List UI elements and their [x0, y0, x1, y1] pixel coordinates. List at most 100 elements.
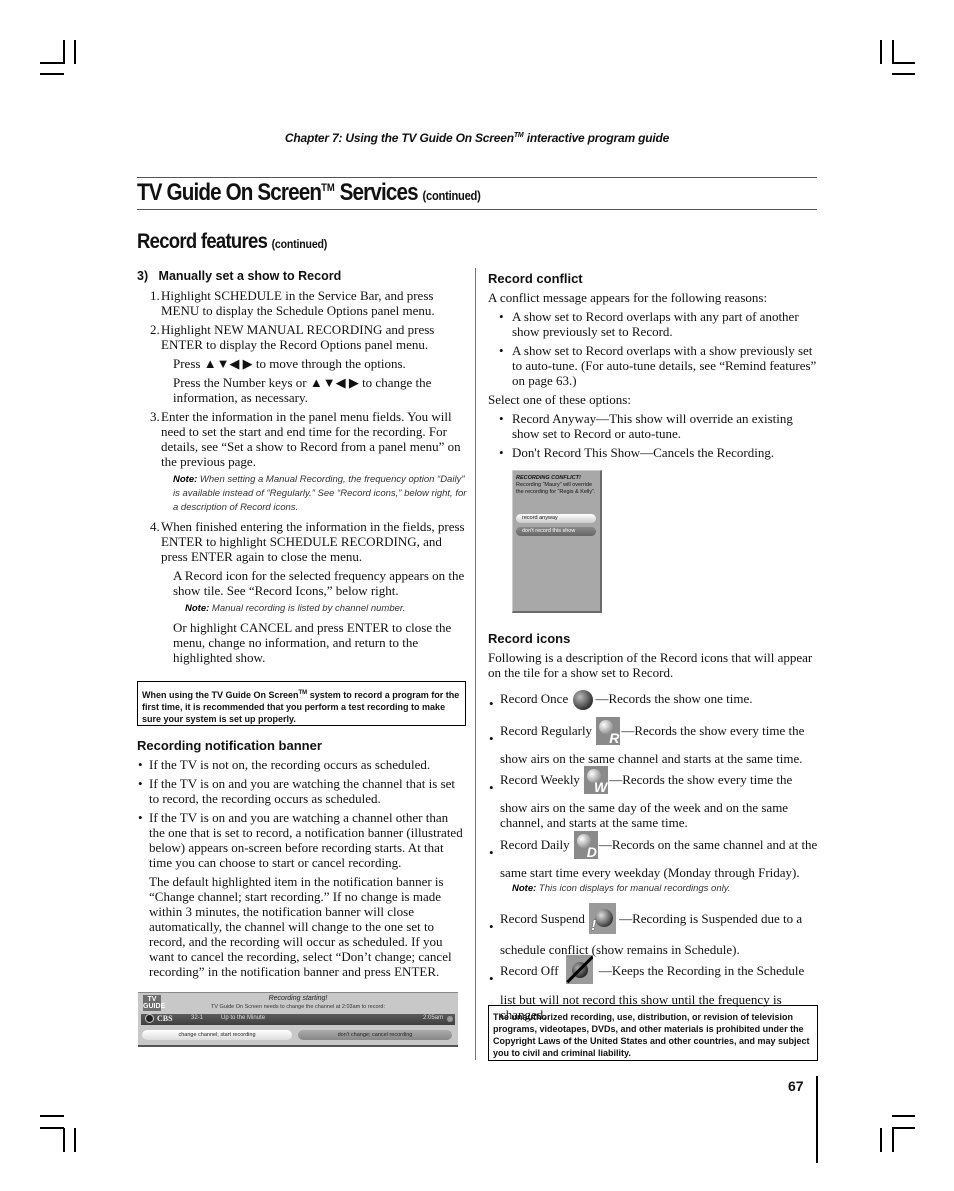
icon-row: • Record Regularly R —Records the show ev… — [488, 717, 818, 766]
trademark: TM — [513, 132, 524, 139]
conflict-reason: • A show set to Record overlaps with a sh… — [488, 343, 818, 388]
banner-bullet: • If the TV is on and you are watching th… — [137, 776, 467, 806]
right-column: Record conflict A conflict message appea… — [488, 271, 818, 460]
bullet-icon: • — [489, 919, 494, 934]
step-number: 1. — [150, 288, 160, 303]
note-text: This icon displays for manual recordings… — [536, 883, 731, 894]
icon-item-record-regularly: • Record Regularly R —Records the show ev… — [488, 717, 818, 766]
title-rule-top — [137, 177, 817, 178]
record-suspend-icon: ! — [589, 903, 617, 934]
crop-mark — [892, 1115, 915, 1117]
dont-change-button[interactable]: don't change; cancel recording — [298, 1030, 452, 1040]
banner-bullet: • If the TV is on and you are watching a … — [137, 810, 467, 870]
notification-banner-screenshot: TV GUIDE Recording starting! TV Guide On… — [138, 992, 458, 1047]
note-label: Note: — [173, 474, 198, 485]
title-suffix: Services — [334, 179, 423, 206]
step-text: When finished entering the information i… — [161, 519, 465, 564]
icons-heading: Record icons — [488, 631, 571, 646]
crop-mark — [63, 40, 65, 64]
crop-mark — [892, 62, 915, 64]
banner-message: TV Guide On Screen needs to change the c… — [211, 1004, 385, 1010]
bullet-icon: • — [489, 971, 494, 986]
page-title: TV Guide On ScreenTM Services (continued… — [137, 179, 481, 207]
crop-mark — [40, 1127, 64, 1129]
title-rule-bottom — [137, 209, 817, 210]
crop-mark — [40, 62, 64, 64]
bullet-text: Don't Record This Show—Cancels the Recor… — [512, 445, 775, 460]
cbs-eye-icon — [145, 1014, 154, 1023]
program-bar: CBS 32-1 Up to the Minute 2:05am — [141, 1014, 455, 1025]
chapter-text: Chapter 7: Using the TV Guide On Screen — [284, 131, 514, 145]
dont-record-button[interactable]: don't record this show — [516, 527, 596, 536]
continued-label: (continued) — [271, 237, 328, 251]
bullet-icon: • — [489, 696, 494, 711]
step-number: 3. — [150, 409, 160, 424]
icon-item-record-suspend: • Record Suspend ! —Recording is Suspende… — [488, 903, 818, 957]
crop-mark — [892, 1127, 915, 1129]
record-anyway-button[interactable]: record anyway — [516, 514, 596, 523]
change-channel-button[interactable]: change channel; start recording — [142, 1030, 292, 1040]
bullet-icon: • — [138, 810, 143, 825]
icon-desc: —Records the show one time. — [595, 690, 753, 706]
conflict-panel-message: Recording “Maury” will override the reco… — [516, 482, 596, 495]
icon-item-record-once: • Record Once —Records the show one time. — [488, 690, 818, 711]
step-3: 3. Enter the information in the panel men… — [137, 409, 467, 469]
icon-row: • Record Weekly W —Records the show every… — [488, 766, 818, 830]
note-label: Note: — [185, 603, 210, 614]
crop-mark — [892, 40, 894, 64]
step-text: Highlight SCHEDULE in the Service Bar, a… — [161, 288, 435, 318]
icon-name: Record Regularly — [500, 723, 593, 738]
bullet-text: A show set to Record overlaps with any p… — [512, 309, 799, 339]
column-divider — [475, 268, 476, 1060]
icon-name: Record Weekly — [500, 772, 580, 787]
bullet-icon: • — [499, 445, 504, 460]
crop-mark — [880, 40, 882, 64]
record-icons-section: Record icons Following is a description … — [488, 631, 818, 680]
record-weekly-icon: W — [584, 766, 609, 795]
banner-section: Recording notification banner • If the TV… — [137, 738, 467, 979]
note-text: Manual recording is listed by channel nu… — [209, 603, 406, 614]
bullet-icon: • — [138, 757, 143, 772]
left-column: 3) Manually set a show to Record 1. Highl… — [137, 269, 467, 665]
record-dot-icon — [447, 1016, 453, 1022]
crop-mark — [40, 73, 64, 75]
bullet-text: If the TV is not on, the recording occur… — [149, 757, 431, 772]
time-label: 2:05am — [423, 1015, 444, 1021]
icon-letter: ! — [591, 917, 597, 934]
icon-name: Record Off — [500, 963, 559, 978]
crop-mark — [74, 1128, 76, 1152]
select-intro: Select one of these options: — [488, 392, 631, 407]
banner-heading: Recording notification banner — [137, 738, 322, 753]
bullet-text: If the TV is on and you are watching a c… — [149, 810, 463, 870]
bullet-icon: • — [499, 411, 504, 426]
icon-letter: W — [593, 779, 608, 795]
footer-rule — [816, 1076, 818, 1163]
manual-heading: 3) Manually set a show to Record — [137, 269, 342, 283]
section-title-text: Record features — [137, 230, 272, 253]
bullet-icon: • — [489, 780, 494, 795]
bullet-text: A show set to Record overlaps with a sho… — [512, 343, 817, 388]
continued-label: (continued) — [422, 188, 481, 203]
page-number: 67 — [788, 1078, 804, 1094]
conflict-heading: Record conflict — [488, 271, 583, 286]
step-4: 4. When finished entering the information… — [137, 519, 467, 564]
chapter-header: Chapter 7: Using the TV Guide On ScreenT… — [0, 131, 954, 145]
bullet-icon: • — [489, 731, 494, 746]
icon-letter: D — [586, 844, 597, 860]
trademark: TM — [298, 690, 308, 696]
cancel-text: Or highlight CANCEL and press ENTER to c… — [173, 620, 452, 665]
conflict-option: • Record Anyway—This show will override a… — [488, 411, 818, 441]
step-text: Highlight NEW MANUAL RECORDING and press… — [161, 322, 435, 352]
tip-box: When using the TV Guide On ScreenTM syst… — [137, 681, 466, 726]
trademark: TM — [321, 182, 335, 194]
crop-mark — [892, 1128, 894, 1152]
note-text: When setting a Manual Recording, the fre… — [173, 474, 467, 513]
crop-mark — [880, 1128, 882, 1152]
icon-row: • Record Suspend ! —Recording is Suspende… — [488, 903, 818, 957]
conflict-panel-title: RECORDING CONFLICT! — [516, 475, 581, 481]
record-regularly-icon: R — [596, 717, 621, 745]
conflict-panel-screenshot: RECORDING CONFLICT! Recording “Maury” wi… — [512, 470, 602, 613]
record-once-icon — [573, 690, 594, 710]
banner-bullet: • If the TV is not on, the recording occu… — [137, 757, 467, 772]
crop-mark — [63, 1128, 65, 1152]
